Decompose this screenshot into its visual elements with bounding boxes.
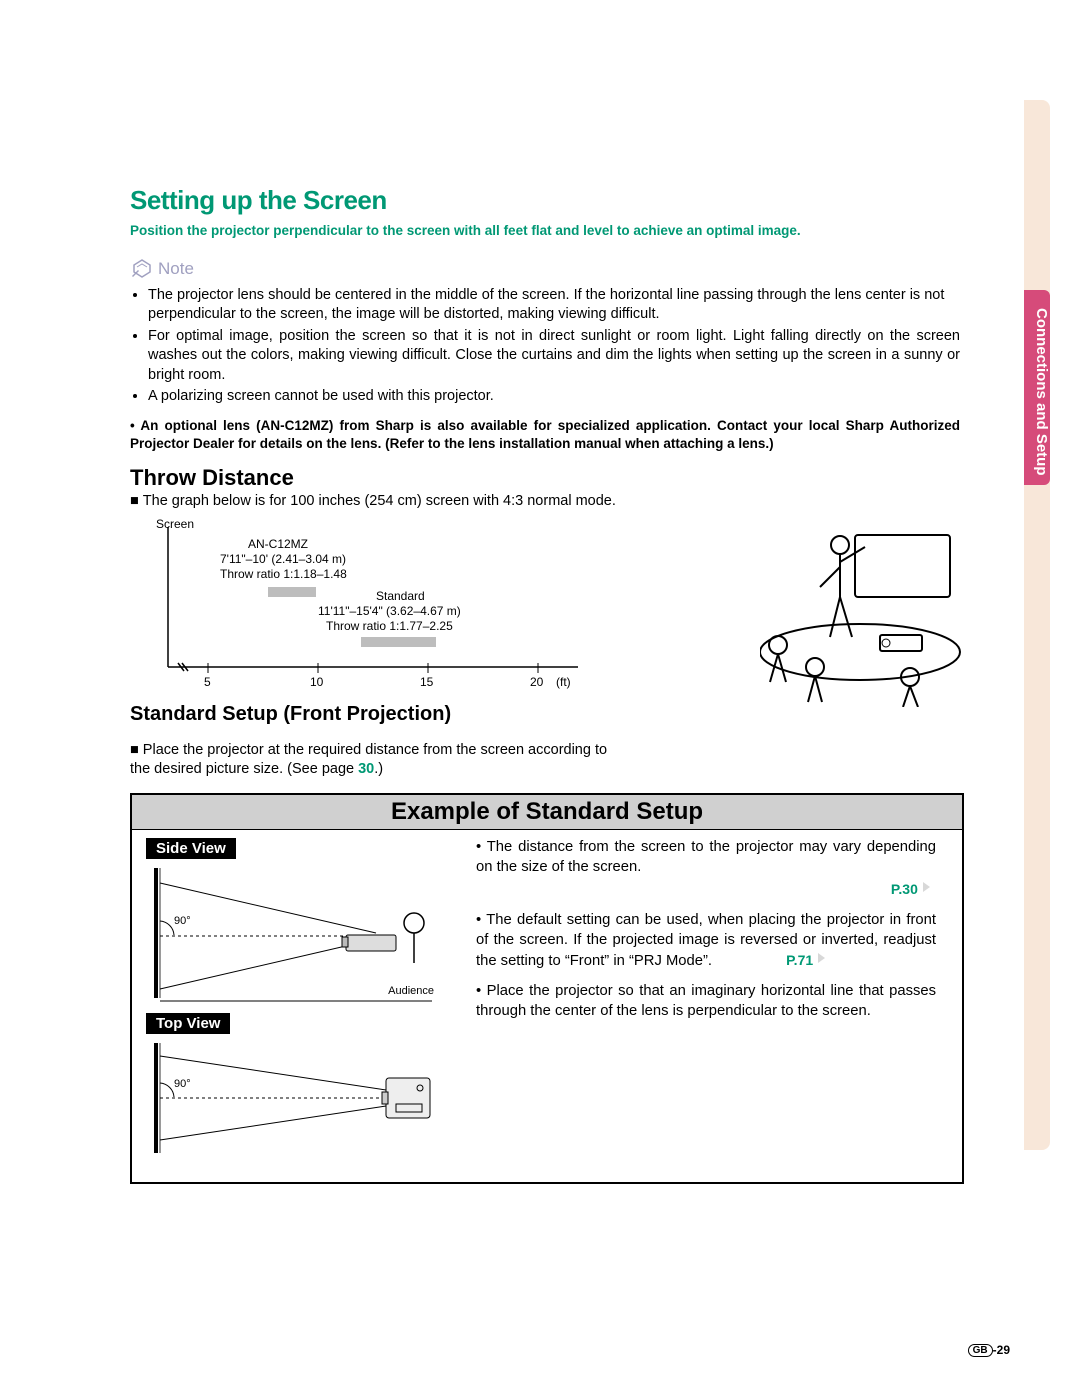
top-view-diagram: 90° xyxy=(146,1038,436,1158)
example-item: • The distance from the screen to the pr… xyxy=(476,838,936,901)
note-item: A polarizing screen cannot be used with … xyxy=(148,387,960,407)
gb-badge: GB xyxy=(968,1344,993,1357)
page-footer: GB-29 xyxy=(968,1343,1010,1357)
page-link-30[interactable]: 30 xyxy=(358,761,374,777)
lens1-l1: AN-C12MZ xyxy=(248,537,308,551)
intro-text: Position the projector perpendicular to … xyxy=(130,222,960,240)
optional-lens-note: • An optional lens (AN-C12MZ) from Sharp… xyxy=(130,417,960,453)
note-item: The projector lens should be centered in… xyxy=(148,286,960,325)
x-unit: (ft) xyxy=(556,675,571,689)
example-box: Example of Standard Setup Side View xyxy=(130,793,964,1184)
suffix: .) xyxy=(374,761,383,777)
lens1-l2: 7'11"–10' (2.41–3.04 m) xyxy=(220,552,346,566)
top-angle: 90° xyxy=(174,1078,191,1090)
side-tab-bg: Connections and Setup xyxy=(1024,100,1050,1150)
lens2-l1: Standard xyxy=(376,589,425,603)
lens2-l3: Throw ratio 1:1.77–2.25 xyxy=(326,619,453,633)
throw-caption: ■ The graph below is for 100 inches (254… xyxy=(130,493,960,509)
note-label: Note xyxy=(158,259,194,279)
presentation-illustration xyxy=(760,517,980,707)
side-view-diagram: 90° Audience xyxy=(146,863,436,1003)
tick-5: 5 xyxy=(204,675,211,689)
note-icon xyxy=(130,258,152,280)
page-title: Setting up the Screen xyxy=(130,185,960,216)
throw-desc: The graph below is for 100 inches (254 c… xyxy=(143,493,616,509)
item-text: The distance from the screen to the proj… xyxy=(476,839,936,875)
tick-15: 15 xyxy=(420,675,433,689)
note-list: The projector lens should be centered in… xyxy=(130,286,960,407)
optional-lens-text: An optional lens (AN-C12MZ) from Sharp i… xyxy=(130,418,960,451)
throw-distance-graph: Screen AN-C12MZ 7'11"–10' (2.41–3.04 m) … xyxy=(138,517,618,697)
tick-20: 20 xyxy=(530,675,543,689)
chevron-icon xyxy=(922,880,936,900)
screen-label: Screen xyxy=(156,517,194,531)
note-item: For optimal image, position the screen s… xyxy=(148,327,960,386)
audience-label: Audience xyxy=(388,985,434,997)
lens1-l3: Throw ratio 1:1.18–1.48 xyxy=(220,567,347,581)
side-view-label: Side View xyxy=(146,838,236,859)
item-text: Place the projector so that an imaginary… xyxy=(476,983,936,1019)
chevron-icon xyxy=(817,951,831,971)
page-ref-30[interactable]: P.30 xyxy=(891,880,918,899)
tick-10: 10 xyxy=(310,675,323,689)
side-tab-label: Connections and Setup xyxy=(1024,290,1050,485)
note-heading: Note xyxy=(130,258,960,280)
side-angle: 90° xyxy=(174,915,191,927)
bullet: ■ xyxy=(130,493,143,509)
standard-setup-desc: ■ Place the projector at the required di… xyxy=(130,741,620,779)
lens2-l2: 11'11"–15'4" (3.62–4.67 m) xyxy=(318,604,461,618)
bullet: ■ xyxy=(130,742,143,758)
throw-heading: Throw Distance xyxy=(130,465,960,491)
example-title: Example of Standard Setup xyxy=(132,795,962,830)
page-ref-71[interactable]: P.71 xyxy=(786,951,813,970)
top-view-label: Top View xyxy=(146,1013,230,1034)
page-number: -29 xyxy=(993,1343,1010,1357)
item-text: The default setting can be used, when pl… xyxy=(476,912,936,969)
example-item: • Place the projector so that an imagina… xyxy=(476,982,936,1022)
example-item: • The default setting can be used, when … xyxy=(476,911,936,972)
